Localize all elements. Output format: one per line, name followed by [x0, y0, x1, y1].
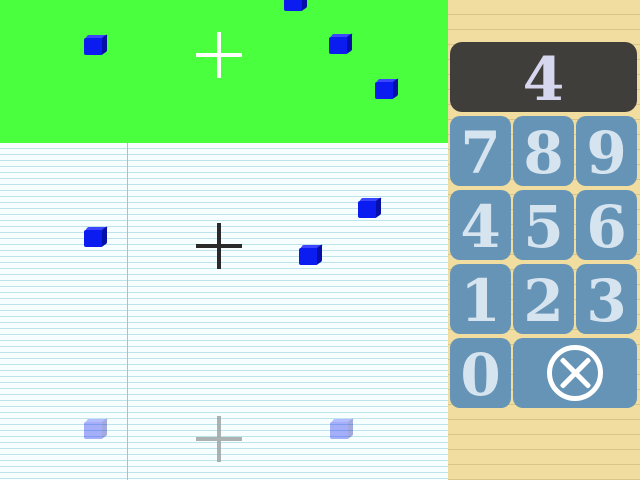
blue-cube — [299, 244, 323, 265]
blue-cube — [329, 33, 353, 54]
ghost-cube — [84, 418, 108, 439]
play-area — [0, 0, 448, 480]
crosshair-icon — [196, 416, 242, 462]
notebook-paper-area — [0, 143, 448, 480]
key-6[interactable]: 6 — [576, 190, 637, 261]
completed-row — [0, 0, 448, 143]
key-4[interactable]: 4 — [450, 190, 511, 261]
key-7[interactable]: 7 — [450, 116, 511, 187]
blue-cube — [284, 0, 308, 11]
key-8[interactable]: 8 — [513, 116, 574, 187]
crosshair-icon — [196, 223, 242, 269]
key-0[interactable]: 0 — [450, 338, 511, 409]
blue-cube — [358, 197, 382, 218]
crosshair-icon — [196, 32, 242, 78]
key-1[interactable]: 1 — [450, 264, 511, 335]
key-9[interactable]: 9 — [576, 116, 637, 187]
key-2[interactable]: 2 — [513, 264, 574, 335]
key-3[interactable]: 3 — [576, 264, 637, 335]
keypad-panel: 4 7 8 9 4 5 6 1 2 3 0 — [448, 0, 640, 480]
clear-button[interactable] — [513, 338, 637, 408]
answer-display: 4 — [450, 42, 637, 115]
ghost-cube — [330, 418, 354, 439]
margin-line — [127, 143, 128, 480]
blue-cube — [84, 34, 108, 55]
blue-cube — [84, 226, 108, 247]
key-5[interactable]: 5 — [513, 190, 574, 261]
blue-cube — [375, 78, 399, 99]
clear-circle-x-icon — [547, 345, 603, 401]
